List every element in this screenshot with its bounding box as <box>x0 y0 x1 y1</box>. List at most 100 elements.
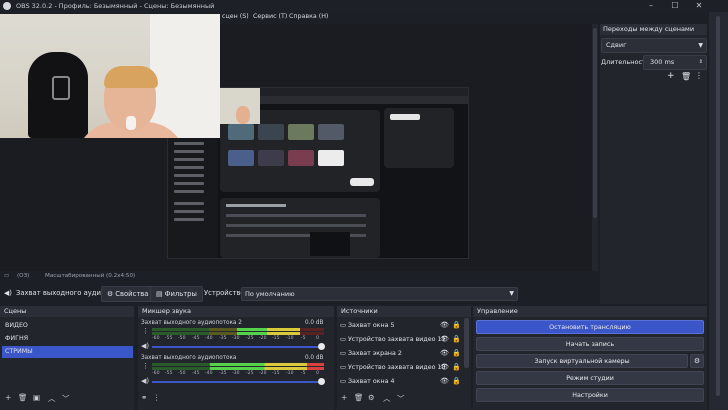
lock-icon[interactable]: 🔒 <box>452 321 461 329</box>
title-bar: OBS 32.0.2 - Профиль: Безымянный - Сцены… <box>0 0 728 12</box>
move-down-icon[interactable]: ﹀ <box>62 393 70 404</box>
eye-icon[interactable]: 👁 <box>440 335 449 343</box>
menu-help[interactable]: Справка (H) <box>289 13 328 20</box>
lock-icon[interactable]: 🔒 <box>452 349 461 357</box>
settings-button[interactable]: Настройки <box>476 388 704 402</box>
eye-icon[interactable]: 👁 <box>440 377 449 385</box>
close-icon[interactable]: ✕ <box>688 0 710 12</box>
channel-2-speaker-icon[interactable]: ◀) <box>141 377 149 385</box>
transition-type-select[interactable]: Сдвиг ▼ <box>601 38 707 53</box>
lock-preview-icon[interactable]: ▭ <box>4 273 9 279</box>
add-scene-icon[interactable]: + <box>5 393 11 402</box>
sources-scrollbar[interactable] <box>464 318 469 368</box>
speaker-icon: ◀) <box>4 289 12 297</box>
chevron-down-icon: ▼ <box>698 42 703 49</box>
sources-title: Источники <box>341 307 378 315</box>
channel-1-menu-icon[interactable]: ⋮ <box>142 327 149 335</box>
eye-icon[interactable]: 👁 <box>440 363 449 371</box>
device-select[interactable]: По умолчанию ▼ <box>241 287 518 301</box>
move-up-icon[interactable]: ︿ <box>48 393 56 404</box>
virtual-camera-gear-icon[interactable]: ⚙ <box>690 354 704 368</box>
tick-label: -20 <box>259 336 267 341</box>
source-label: Устройство захвата видео 10 <box>347 364 446 371</box>
scenes-header: Сцены <box>0 306 134 317</box>
scenes-title: Сцены <box>4 307 27 315</box>
channel-2-ticks: -60 -55 -50 -45 -40 -35 -30 -25 -20 -15 … <box>152 371 324 377</box>
sources-header: Источники <box>337 306 471 317</box>
menu-scenes[interactable]: сцен (S) <box>222 13 249 20</box>
channel-1-db: 0.0 dB <box>305 320 324 326</box>
start-virtual-camera-button[interactable]: Запуск виртуальной камеры <box>476 354 688 368</box>
add-transition-icon[interactable]: + <box>667 71 675 81</box>
stop-streaming-button[interactable]: Остановить трансляцию <box>476 320 704 334</box>
channel-2-menu-icon[interactable]: ⋮ <box>142 362 149 370</box>
maximize-icon[interactable]: ☐ <box>664 0 686 12</box>
mixer-menu-icon[interactable]: ⋮ <box>153 393 161 402</box>
captured-settings-panel <box>220 198 380 258</box>
lock-icon[interactable]: 🔒 <box>452 377 461 385</box>
move-down-icon[interactable]: ﹀ <box>397 393 405 404</box>
window-icon: ▭ <box>340 322 348 329</box>
window-title: OBS 32.0.2 - Профиль: Безымянный - Сцены… <box>16 2 215 10</box>
tick-label: 0 <box>316 371 319 376</box>
trash-icon[interactable]: 🗑 <box>18 393 28 402</box>
channel-1-speaker-icon[interactable]: ◀) <box>141 342 149 350</box>
properties-label: Свойства <box>115 290 149 298</box>
tick-label: -15 <box>272 336 280 341</box>
channel-2-volume-slider[interactable] <box>152 381 324 383</box>
tick-label: -25 <box>246 371 254 376</box>
more-options-icon[interactable]: ⋮ <box>695 71 703 80</box>
tick-label: -55 <box>165 336 173 341</box>
scene-filters-icon[interactable]: ▣ <box>33 393 40 402</box>
channel-1-volume-handle[interactable] <box>318 343 325 350</box>
eye-icon[interactable]: 👁 <box>440 349 449 357</box>
trash-icon[interactable]: 🗑 <box>681 72 691 81</box>
tick-label: -10 <box>286 371 294 376</box>
tick-label: -50 <box>178 336 186 341</box>
tick-label: -35 <box>219 371 227 376</box>
scene-item-streams[interactable]: СТРИМЫ <box>2 346 133 358</box>
tick-label: -60 <box>152 336 160 341</box>
webcam-source[interactable] <box>0 14 220 138</box>
tick-label: -30 <box>232 336 240 341</box>
link-icon[interactable]: ⚭ <box>141 393 147 402</box>
properties-button[interactable]: ⚙ Свойства <box>101 286 155 302</box>
channel-1-name: Захват выходного аудиопотока 2 <box>141 320 242 326</box>
preview-scrollbar-thumb[interactable] <box>593 28 597 218</box>
move-up-icon[interactable]: ︿ <box>383 393 391 404</box>
channel-2-name: Захват выходного аудиопотока <box>141 355 237 361</box>
add-source-icon[interactable]: + <box>341 393 347 402</box>
minimize-icon[interactable]: – <box>640 0 662 12</box>
preview-scale-label: Масштабированный (0.2x4:50) <box>45 273 136 279</box>
channel-1-ticks: -60 -55 -50 -45 -40 -35 -30 -25 -20 -15 … <box>152 336 324 342</box>
start-recording-button[interactable]: Начать запись <box>476 337 704 351</box>
eye-icon[interactable]: 👁 <box>440 321 449 329</box>
scene-item-fignya[interactable]: ФИГНЯ <box>2 333 133 345</box>
filters-button[interactable]: ▤ Фильтры <box>150 286 203 302</box>
transition-type-value: Сдвиг <box>606 41 627 49</box>
right-scrollbar-thumb[interactable] <box>716 16 720 396</box>
duration-spinbox[interactable]: 300 ms ⇕ <box>643 55 707 70</box>
controls-title: Управление <box>477 307 518 315</box>
duration-value: 300 ms <box>650 58 675 66</box>
tick-label: -45 <box>192 371 200 376</box>
tick-label: 0 <box>316 336 319 341</box>
device-select-value: По умолчанию <box>245 290 295 298</box>
preview-status-bar: ▭ (ОЗ) Масштабированный (0.2x4:50) <box>0 272 598 281</box>
spin-arrows-icon[interactable]: ⇕ <box>699 56 703 69</box>
studio-mode-button[interactable]: Режим студии <box>476 371 704 385</box>
lock-icon[interactable]: 🔒 <box>452 363 461 371</box>
source-label: Устройство захвата видео 11 <box>347 336 446 343</box>
lock-icon[interactable]: 🔒 <box>452 335 461 343</box>
gear-icon[interactable]: ⚙ <box>368 393 375 402</box>
scene-label: ВИДЕО <box>5 322 28 329</box>
channel-2-volume-handle[interactable] <box>318 378 325 385</box>
trash-icon[interactable]: 🗑 <box>354 393 364 402</box>
channel-1-volume-slider[interactable] <box>152 346 324 348</box>
scene-item-video[interactable]: ВИДЕО <box>2 320 133 332</box>
mixer-header: Микшер звука <box>138 306 334 317</box>
tick-label: -35 <box>219 336 227 341</box>
tick-label: -50 <box>178 371 186 376</box>
preview-zoom-label: (ОЗ) <box>17 273 30 279</box>
menu-service[interactable]: Сервис (T) <box>253 13 287 20</box>
